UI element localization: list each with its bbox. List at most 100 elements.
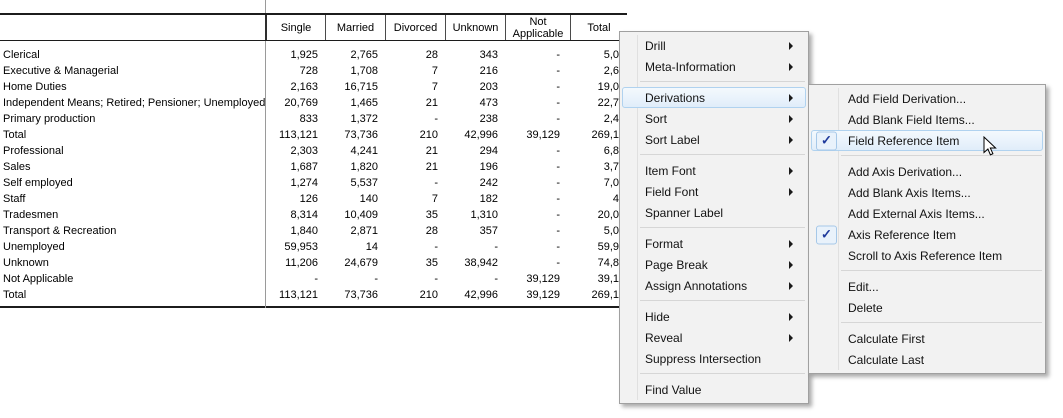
table-cell[interactable]: 8,314 bbox=[265, 207, 325, 223]
table-cell[interactable]: 73,736 bbox=[325, 127, 385, 143]
table-cell[interactable]: 1,310 bbox=[445, 207, 505, 223]
menu-item-suppress-intersection[interactable]: Suppress Intersection bbox=[622, 348, 806, 369]
row-label[interactable]: Unknown bbox=[0, 255, 265, 271]
menu-item-delete[interactable]: Delete bbox=[811, 297, 1043, 318]
table-cell[interactable]: 2,871 bbox=[325, 223, 385, 239]
table-cell[interactable]: 210 bbox=[385, 287, 445, 303]
menu-item-page-break[interactable]: Page Break bbox=[622, 254, 806, 275]
table-cell[interactable]: 42,996 bbox=[445, 287, 505, 303]
table-cell[interactable]: 35 bbox=[385, 207, 445, 223]
row-label[interactable]: Executive & Managerial bbox=[0, 63, 265, 79]
table-cell[interactable]: 35 bbox=[385, 255, 445, 271]
table-cell[interactable]: 59,953 bbox=[265, 239, 325, 255]
table-cell[interactable]: - bbox=[325, 271, 385, 287]
table-cell[interactable]: - bbox=[505, 255, 570, 271]
menu-item-reveal[interactable]: Reveal bbox=[622, 327, 806, 348]
table-cell[interactable]: 242 bbox=[445, 175, 505, 191]
menu-item-sort[interactable]: Sort bbox=[622, 108, 806, 129]
table-cell[interactable]: 7 bbox=[385, 79, 445, 95]
row-label[interactable]: Independent Means; Retired; Pensioner; U… bbox=[0, 95, 265, 111]
row-label[interactable]: Self employed bbox=[0, 175, 265, 191]
table-cell[interactable]: 1,925 bbox=[265, 47, 325, 63]
table-cell[interactable]: - bbox=[265, 271, 325, 287]
row-label[interactable]: Staff bbox=[0, 191, 265, 207]
menu-item-add-field-derivation[interactable]: Add Field Derivation... bbox=[811, 88, 1043, 109]
table-cell[interactable]: 28 bbox=[385, 223, 445, 239]
menu-item-add-blank-field-items[interactable]: Add Blank Field Items... bbox=[811, 109, 1043, 130]
table-cell[interactable]: 728 bbox=[265, 63, 325, 79]
table-cell[interactable]: - bbox=[505, 175, 570, 191]
table-cell[interactable]: 216 bbox=[445, 63, 505, 79]
table-cell[interactable]: 210 bbox=[385, 127, 445, 143]
menu-item-field-font[interactable]: Field Font bbox=[622, 181, 806, 202]
table-cell[interactable]: 833 bbox=[265, 111, 325, 127]
table-cell[interactable]: - bbox=[505, 239, 570, 255]
row-label[interactable]: Total bbox=[0, 287, 265, 303]
table-cell[interactable]: 39,129 bbox=[505, 271, 570, 287]
table-cell[interactable]: 7 bbox=[385, 63, 445, 79]
table-cell[interactable]: 1,840 bbox=[265, 223, 325, 239]
table-cell[interactable]: 113,121 bbox=[265, 127, 325, 143]
table-cell[interactable]: 2,163 bbox=[265, 79, 325, 95]
table-cell[interactable]: 2,303 bbox=[265, 143, 325, 159]
menu-item-drill[interactable]: Drill bbox=[622, 35, 806, 56]
row-label[interactable]: Sales bbox=[0, 159, 265, 175]
menu-item-meta-information[interactable]: Meta-Information bbox=[622, 56, 806, 77]
table-cell[interactable]: 21 bbox=[385, 95, 445, 111]
table-cell[interactable]: 238 bbox=[445, 111, 505, 127]
table-cell[interactable]: 39,129 bbox=[505, 287, 570, 303]
menu-item-axis-reference-item[interactable]: ✓Axis Reference Item bbox=[811, 224, 1043, 245]
menu-item-field-reference-item[interactable]: ✓Field Reference Item bbox=[811, 130, 1043, 151]
table-cell[interactable]: - bbox=[385, 271, 445, 287]
table-cell[interactable]: - bbox=[385, 111, 445, 127]
table-cell[interactable]: 294 bbox=[445, 143, 505, 159]
column-header-divorced[interactable]: Divorced bbox=[385, 15, 445, 40]
table-cell[interactable]: - bbox=[505, 159, 570, 175]
table-cell[interactable]: 357 bbox=[445, 223, 505, 239]
table-cell[interactable]: 11,206 bbox=[265, 255, 325, 271]
column-header-not-applicable[interactable]: Not Applicable bbox=[505, 15, 570, 40]
row-label[interactable]: Professional bbox=[0, 143, 265, 159]
menu-item-derivations[interactable]: Derivations bbox=[622, 87, 806, 108]
table-cell[interactable]: 16,715 bbox=[325, 79, 385, 95]
table-cell[interactable]: - bbox=[385, 239, 445, 255]
table-cell[interactable]: - bbox=[445, 271, 505, 287]
row-label[interactable]: Home Duties bbox=[0, 79, 265, 95]
menu-item-find-value[interactable]: Find Value bbox=[622, 379, 806, 400]
table-cell[interactable]: 20,769 bbox=[265, 95, 325, 111]
table-cell[interactable]: - bbox=[505, 143, 570, 159]
row-label[interactable]: Not Applicable bbox=[0, 271, 265, 287]
table-cell[interactable]: 39,129 bbox=[505, 127, 570, 143]
table-cell[interactable]: 21 bbox=[385, 159, 445, 175]
menu-item-spanner-label[interactable]: Spanner Label bbox=[622, 202, 806, 223]
table-cell[interactable]: 28 bbox=[385, 47, 445, 63]
table-cell[interactable]: 473 bbox=[445, 95, 505, 111]
menu-item-hide[interactable]: Hide bbox=[622, 306, 806, 327]
table-cell[interactable]: 14 bbox=[325, 239, 385, 255]
table-cell[interactable]: 126 bbox=[265, 191, 325, 207]
menu-item-add-external-axis-items[interactable]: Add External Axis Items... bbox=[811, 203, 1043, 224]
row-label[interactable]: Primary production bbox=[0, 111, 265, 127]
table-cell[interactable]: 1,465 bbox=[325, 95, 385, 111]
table-cell[interactable]: 196 bbox=[445, 159, 505, 175]
table-cell[interactable]: 1,274 bbox=[265, 175, 325, 191]
table-cell[interactable]: 2,765 bbox=[325, 47, 385, 63]
row-label[interactable]: Tradesmen bbox=[0, 207, 265, 223]
table-cell[interactable]: 1,708 bbox=[325, 63, 385, 79]
table-cell[interactable]: - bbox=[505, 111, 570, 127]
table-cell[interactable]: 42,996 bbox=[445, 127, 505, 143]
table-cell[interactable]: - bbox=[505, 47, 570, 63]
table-cell[interactable]: 73,736 bbox=[325, 287, 385, 303]
table-cell[interactable]: 1,372 bbox=[325, 111, 385, 127]
menu-item-item-font[interactable]: Item Font bbox=[622, 160, 806, 181]
table-cell[interactable]: 10,409 bbox=[325, 207, 385, 223]
menu-item-add-blank-axis-items[interactable]: Add Blank Axis Items... bbox=[811, 182, 1043, 203]
menu-item-scroll-to-axis-reference-item[interactable]: Scroll to Axis Reference Item bbox=[811, 245, 1043, 266]
table-cell[interactable]: - bbox=[505, 207, 570, 223]
row-label[interactable]: Clerical bbox=[0, 47, 265, 63]
table-cell[interactable]: - bbox=[385, 175, 445, 191]
column-header-single[interactable]: Single bbox=[265, 15, 325, 40]
table-cell[interactable]: - bbox=[505, 191, 570, 207]
column-header-unknown[interactable]: Unknown bbox=[445, 15, 505, 40]
menu-item-calculate-first[interactable]: Calculate First bbox=[811, 328, 1043, 349]
